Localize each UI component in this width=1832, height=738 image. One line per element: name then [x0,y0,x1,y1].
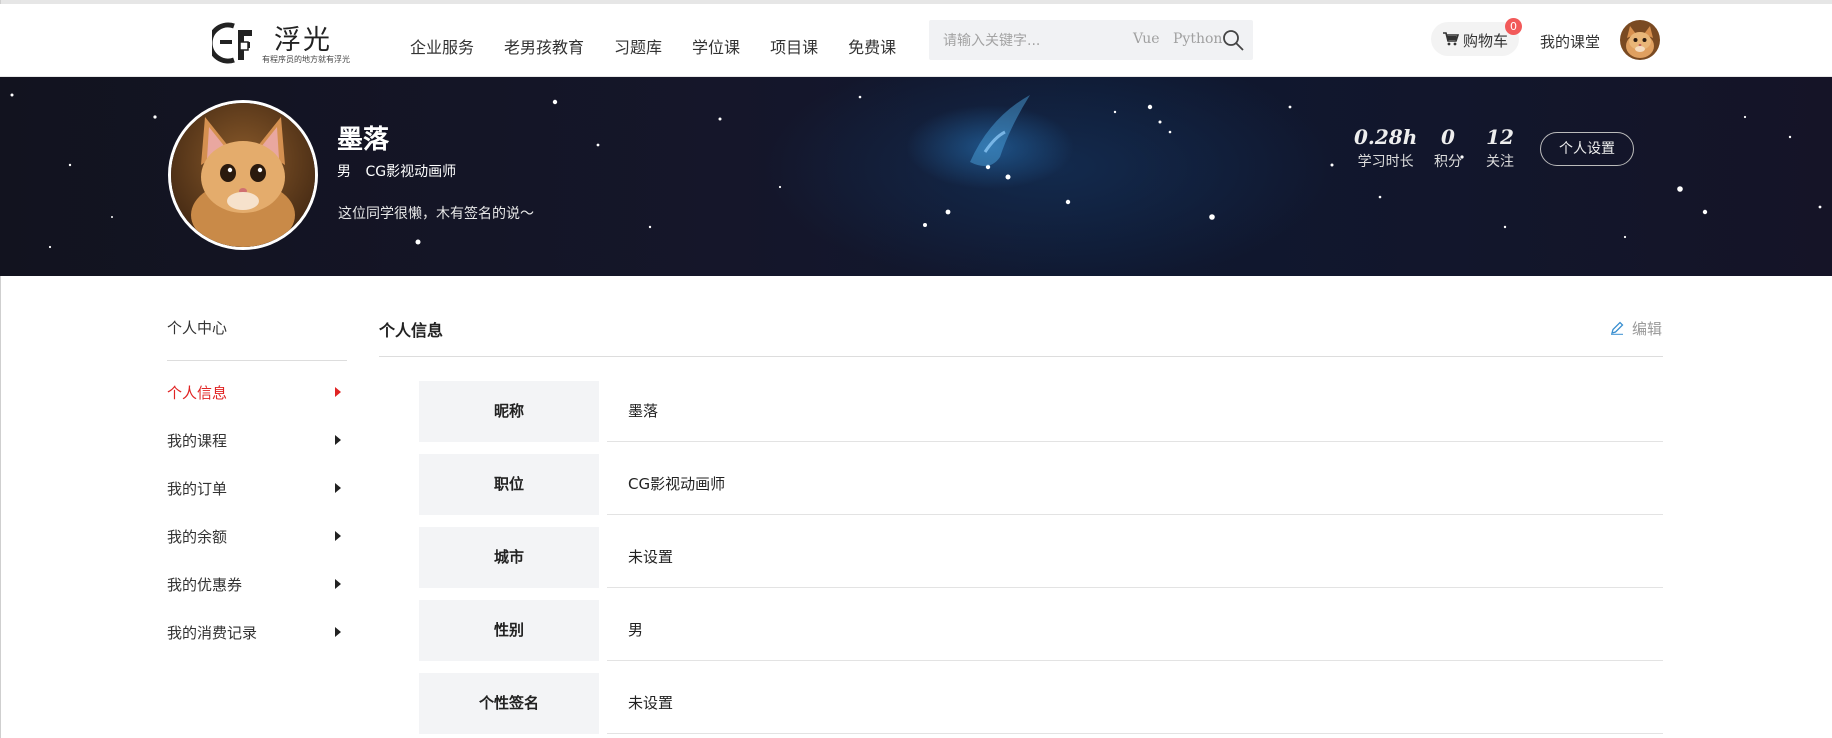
sidebar-item-label: 我的余额 [167,528,228,546]
sidebar-item-my-coupons[interactable]: 我的优惠券 [167,574,347,622]
info-key: 职位 [419,454,599,515]
info-row-gender: 性别 男 [419,600,1663,661]
hot-tag-vue[interactable]: Vue [1133,31,1160,47]
section-divider [379,356,1663,357]
sidebar-item-label: 我的订单 [167,480,228,498]
sidebar-item-my-courses[interactable]: 我的课程 [167,430,347,478]
info-value-text: 未设置 [628,548,674,566]
sidebar-item-label: 个人信息 [167,384,228,402]
nav-item-enterprise[interactable]: 企业服务 [410,34,474,58]
nav-item-exercises[interactable]: 习题库 [614,34,662,58]
info-row-position: 职位 CG影视动画师 [419,454,1663,515]
sidebar-item-purchase-history[interactable]: 我的消费记录 [167,622,347,670]
site-logo[interactable]: 浮光 有程序员的地方就有浮光 [212,18,352,68]
info-value: CG影视动画师 [607,454,1663,515]
profile-avatar [168,100,318,250]
search-input[interactable] [941,20,1115,62]
info-value-text: 墨落 [628,402,659,420]
search-icon[interactable] [1221,28,1245,52]
stat-label: 学习时长 [1357,154,1414,170]
search-box: Vue Python [929,20,1253,62]
nav-item-project-course[interactable]: 项目课 [770,34,818,58]
stat-value: 0.28h [1354,125,1418,149]
info-key: 个性签名 [419,673,599,734]
cat-avatar-image [171,103,315,247]
site-header: 浮光 有程序员的地方就有浮光 企业服务 老男孩教育 习题库 学位课 项目课 免费… [0,4,1832,77]
cat-avatar-image [1620,20,1660,60]
nav-item-degree-course[interactable]: 学位课 [692,34,740,58]
sidebar-item-label: 我的消费记录 [167,624,258,642]
info-value: 墨落 [607,381,1663,442]
edit-label: 编辑 [1632,320,1663,338]
stat-points: 0 积分 [1434,125,1462,171]
sidebar-item-label: 我的优惠券 [167,576,243,594]
sidebar-item-my-orders[interactable]: 我的订单 [167,478,347,526]
stat-following: 12 关注 [1486,125,1514,171]
nav-item-oldboy-education[interactable]: 老男孩教育 [504,34,584,58]
profile-banner: 墨落 男 CG影视动画师 这位同学很懒，木有签名的说～ 0.28h 学习时长 0… [0,77,1832,276]
stat-value: 12 [1486,125,1514,149]
hot-tag-python[interactable]: Python [1173,31,1222,47]
sidebar-title: 个人中心 [167,319,228,337]
info-key: 昵称 [419,381,599,442]
chevron-right-icon [335,531,341,541]
chevron-right-icon [335,627,341,637]
stat-label: 积分 [1434,154,1462,170]
user-avatar[interactable] [1620,20,1660,60]
sidebar-divider [167,360,347,361]
sidebar-item-label: 我的课程 [167,432,228,450]
info-key: 性别 [419,600,599,661]
profile-gender: 男 [337,164,351,180]
my-classroom-link[interactable]: 我的课堂 [1540,31,1600,52]
sidebar-item-personal-info[interactable]: 个人信息 [167,382,347,430]
chevron-right-icon [335,483,341,493]
cart-button[interactable]: 购物车 0 [1431,18,1522,56]
profile-signature: 这位同学很懒，木有签名的说～ [338,206,534,222]
chevron-right-icon [335,579,341,589]
sidebar-menu: 个人信息 我的课程 我的订单 我的余额 我的优惠券 我的消费记录 [167,382,347,670]
info-row-nickname: 昵称 墨落 [419,381,1663,442]
profile-name: 墨落 [337,125,390,155]
profile-position: CG影视动画师 [365,164,457,180]
info-row-signature: 个性签名 未设置 [419,673,1663,734]
section-title: 个人信息 [379,321,444,340]
stat-value: 0 [1441,125,1455,149]
info-value-text: 男 [628,621,644,639]
sidebar-item-my-balance[interactable]: 我的余额 [167,526,347,574]
logo-mark-icon [212,22,252,64]
cart-count-badge: 0 [1505,18,1522,35]
profile-subtitle: 男 CG影视动画师 [337,161,466,181]
personal-settings-button[interactable]: 个人设置 [1540,132,1634,166]
info-value: 未设置 [607,527,1663,588]
info-row-city: 城市 未设置 [419,527,1663,588]
stat-label: 关注 [1486,154,1514,170]
chevron-right-icon [335,387,341,397]
stat-study-time: 0.28h 学习时长 [1354,125,1417,171]
info-value-text: 未设置 [628,694,674,712]
edit-pencil-icon [1611,321,1624,335]
info-value-text: CG影视动画师 [628,475,726,493]
info-key: 城市 [419,527,599,588]
main-nav: 企业服务 老男孩教育 习题库 学位课 项目课 免费课 [410,34,926,58]
info-value: 男 [607,600,1663,661]
chevron-right-icon [335,435,341,445]
info-value: 未设置 [607,673,1663,734]
cart-icon [1443,32,1459,46]
logo-title: 浮光 [274,25,332,56]
cart-label: 购物车 [1463,32,1509,50]
nav-item-free-course[interactable]: 免费课 [848,34,896,58]
logo-slogan: 有程序员的地方就有浮光 [262,55,350,64]
